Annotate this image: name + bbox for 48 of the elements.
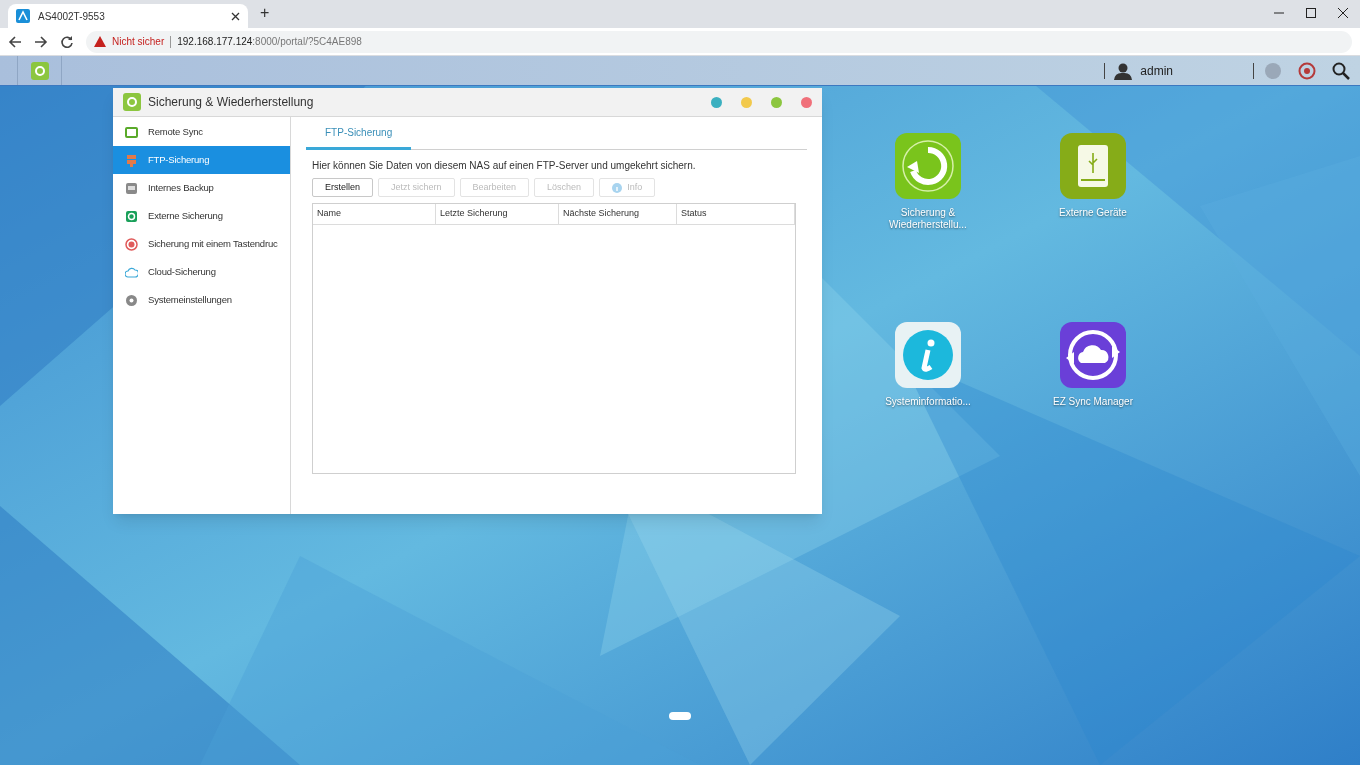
sidebar-item[interactable]: Cloud-Sicherung <box>113 258 290 286</box>
search-icon[interactable] <box>1332 61 1350 80</box>
browser-tab[interactable]: AS4002T-9553 <box>8 4 248 28</box>
close-icon[interactable] <box>1338 8 1348 18</box>
sync-icon <box>125 125 138 139</box>
drive-app-icon[interactable] <box>1060 133 1126 199</box>
address-bar[interactable]: Nicht sicher 192.168.177.124:8000/portal/?5C4AE898 <box>86 30 1352 53</box>
cloud-sync-app-icon[interactable] <box>1060 322 1126 388</box>
column-header[interactable]: Status <box>677 204 795 224</box>
close-button[interactable] <box>801 96 812 108</box>
tab[interactable]: FTP-Sicherung <box>306 117 412 150</box>
column-header[interactable]: Name <box>313 204 436 224</box>
settings-icon <box>125 293 138 307</box>
info-icon <box>612 182 623 193</box>
cloud-icon <box>125 265 138 279</box>
security-warning[interactable]: Nicht sicher <box>112 34 165 49</box>
user-icon[interactable] <box>1114 61 1133 80</box>
dock-handle[interactable] <box>669 712 691 720</box>
description-text: Hier können Sie Daten von diesem NAS auf einen FTP-Server und umgekehrt sichern. <box>312 159 697 173</box>
toolbar-button[interactable]: Erstellen <box>312 178 373 197</box>
url-text: 192.168.177.124:8000/portal/?5C4AE898 <box>177 35 362 49</box>
record-button-icon <box>125 237 138 251</box>
maximize-icon[interactable] <box>1306 8 1316 18</box>
backup-app-icon[interactable] <box>895 133 961 199</box>
column-header[interactable]: Letzte Sicherung <box>436 204 559 224</box>
sidebar-item[interactable]: Sicherung mit einem Tastendruc <box>113 230 290 258</box>
sidebar-item[interactable]: Remote Sync <box>113 118 290 146</box>
close-icon[interactable] <box>231 11 240 21</box>
new-tab-button[interactable]: + <box>260 1 270 25</box>
notification-icon[interactable] <box>1298 61 1316 80</box>
app-taskbar-icon[interactable] <box>30 61 49 80</box>
reload-icon[interactable] <box>60 34 74 49</box>
column-header[interactable]: Nächste Sicherung <box>559 204 677 224</box>
site-icon <box>16 9 30 23</box>
server-icon <box>125 153 138 167</box>
tab-title: AS4002T-9553 <box>38 9 106 24</box>
maximize-button[interactable] <box>771 96 782 108</box>
sidebar-item[interactable]: Externe Sicherung <box>113 202 290 230</box>
user-name[interactable]: admin <box>1140 61 1173 80</box>
app-icon <box>123 93 141 111</box>
sidebar-item[interactable]: Internes Backup <box>113 174 290 202</box>
forward-icon[interactable] <box>34 34 48 49</box>
help-button[interactable] <box>711 96 722 108</box>
sidebar-item[interactable]: Systemeinstellungen <box>113 286 290 314</box>
window-title: Sicherung & Wiederherstellung <box>148 94 314 111</box>
info-app-icon[interactable] <box>895 322 961 388</box>
warning-icon <box>94 36 106 47</box>
back-icon[interactable] <box>8 34 22 49</box>
